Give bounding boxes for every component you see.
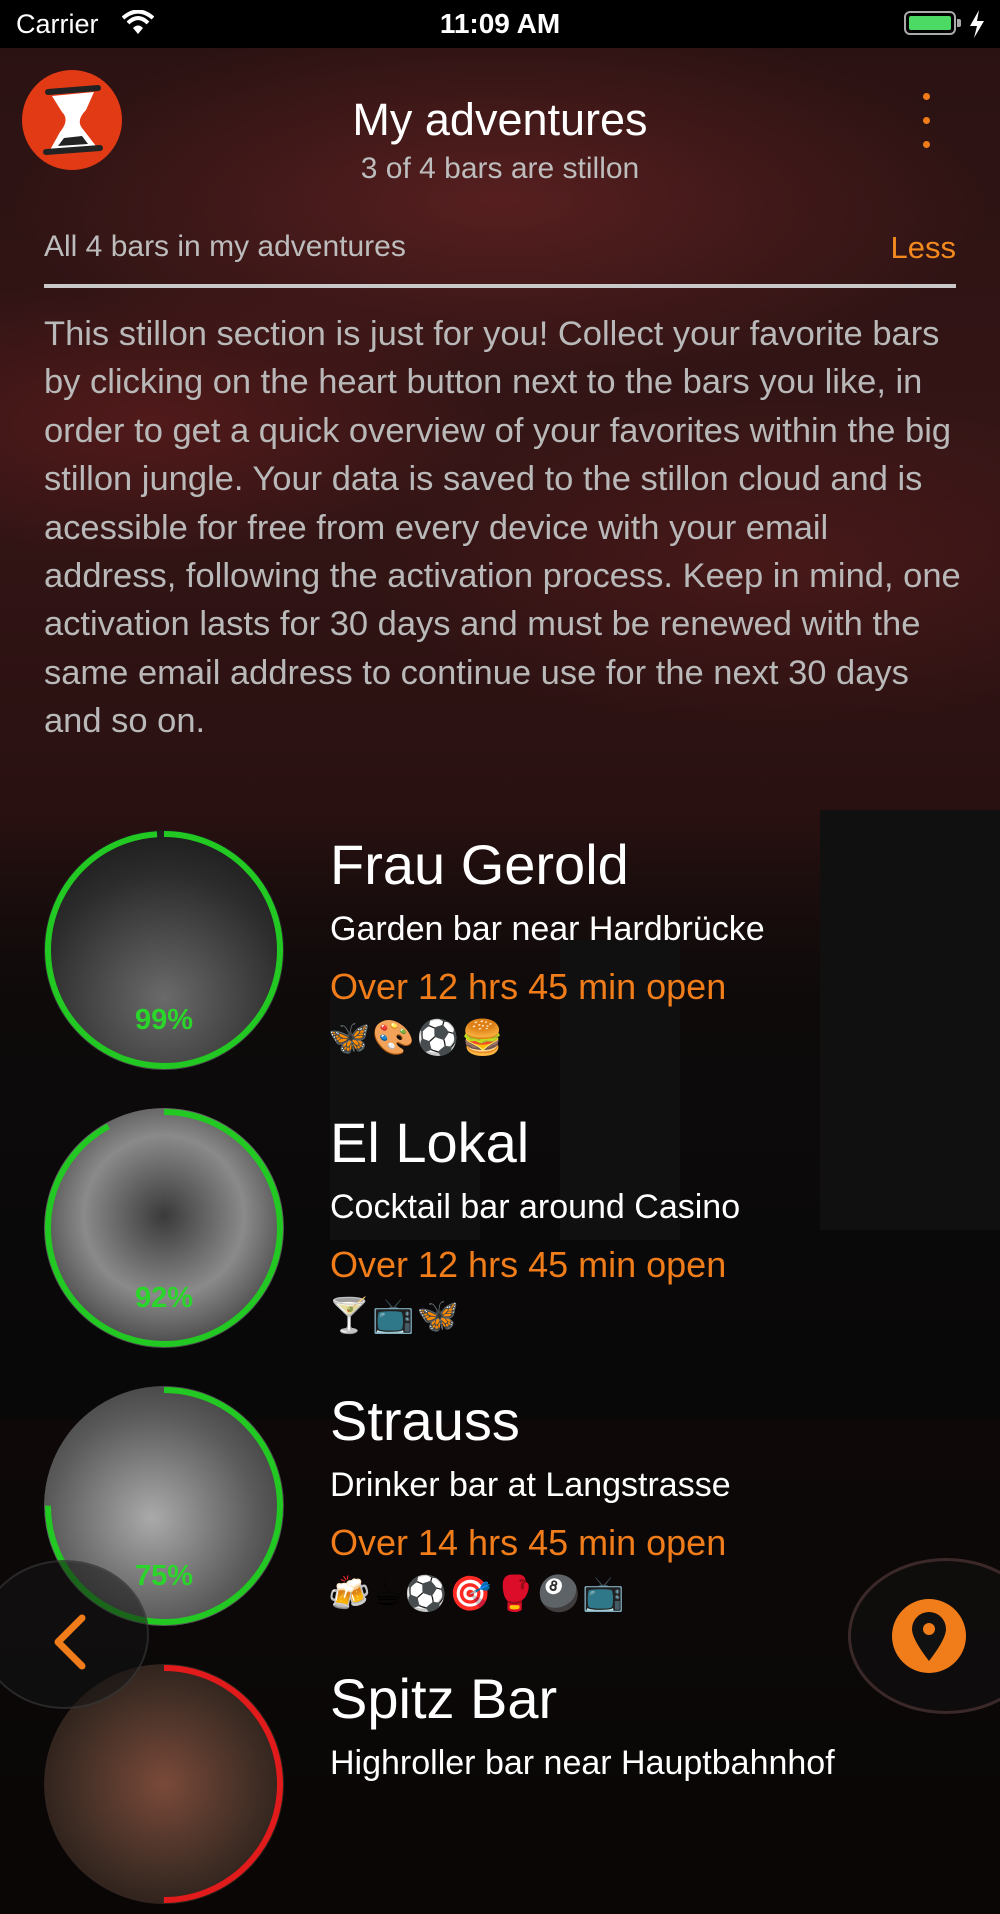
divider <box>44 284 956 288</box>
open-percent: 99% <box>134 1004 194 1036</box>
open-percent: 92% <box>134 1282 194 1314</box>
section-label: All 4 bars in my adventures <box>44 230 406 263</box>
bar-description: Drinker bar at Langstrasse <box>330 1466 731 1504</box>
section-description: This stillon section is just for you! Co… <box>44 315 961 741</box>
bar-list-item[interactable]: 75% Strauss Drinker bar at Langstrasse Over… <box>0 1386 1000 1636</box>
bar-description: Cocktail bar around Casino <box>330 1188 741 1226</box>
amenity-icons: 🍸📺🦋 <box>328 1297 462 1335</box>
open-duration: Over 12 hrs 45 min open <box>330 966 727 1007</box>
bar-name: Strauss <box>330 1389 520 1452</box>
bar-photo: 92% <box>44 1108 284 1348</box>
charging-icon <box>970 10 984 38</box>
battery-icon <box>904 11 961 35</box>
status-bar: Carrier 11:09 AM <box>0 0 1000 48</box>
bar-list-item[interactable]: Spitz Bar Highroller bar near Hauptbahnho… <box>0 1664 1000 1914</box>
chevron-left-icon <box>54 1614 86 1670</box>
clock: 11:09 AM <box>439 8 561 39</box>
bar-list-item[interactable]: 99% Frau Gerold Garden bar near Hardbrücke… <box>0 830 1000 1080</box>
bar-description: Highroller bar near Hauptbahnhof <box>330 1744 835 1782</box>
more-vertical-icon <box>923 93 930 100</box>
bar-photo: 99% <box>44 830 284 1070</box>
amenity-icons: 🦋🎨⚽🍔 <box>328 1019 506 1057</box>
open-duration: Over 12 hrs 45 min open <box>330 1244 727 1285</box>
amenity-icons: 🍻☕⚽🎯🥊🎱📺 <box>328 1575 627 1613</box>
open-duration: Over 14 hrs 45 min open <box>330 1522 727 1563</box>
bar-name: Spitz Bar <box>330 1667 558 1730</box>
bar-name: Frau Gerold <box>330 833 629 896</box>
bar-description: Garden bar near Hardbrücke <box>330 910 765 948</box>
bar-name: El Lokal <box>330 1111 530 1174</box>
page-title: My adventures <box>352 94 648 145</box>
bar-list-item[interactable]: 92% El Lokal Cocktail bar around Casino Ove… <box>0 1108 1000 1358</box>
more-menu-button[interactable] <box>912 88 942 154</box>
location-pin-icon <box>912 1612 946 1661</box>
page-subtitle: 3 of 4 bars are stillon <box>360 152 640 185</box>
less-toggle[interactable]: Less <box>891 230 956 266</box>
